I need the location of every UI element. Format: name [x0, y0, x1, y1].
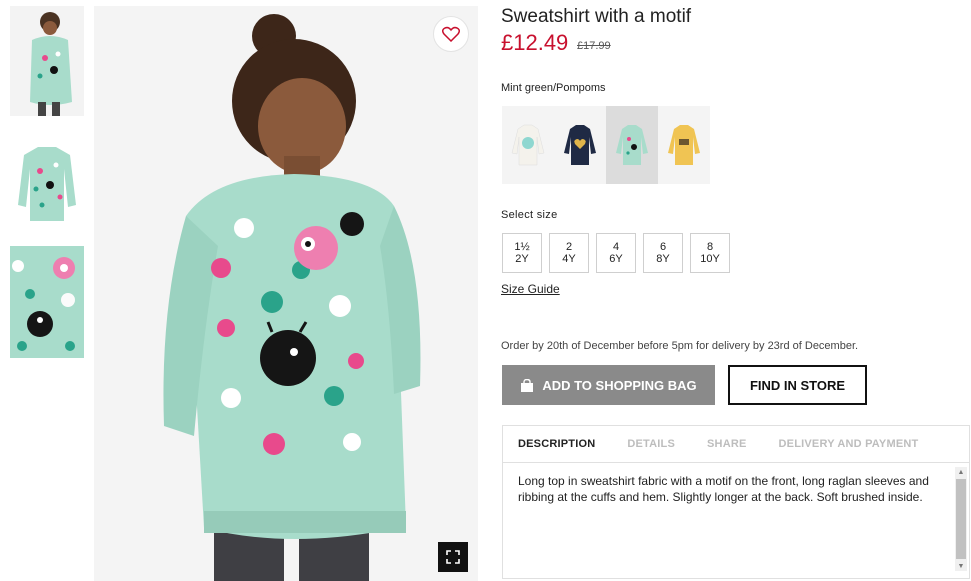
product-info-panel: DESCRIPTION DETAILS SHARE DELIVERY AND P… [502, 425, 970, 579]
thumbnail-garment-flat[interactable] [10, 125, 84, 235]
zoom-button[interactable] [438, 542, 468, 572]
scroll-thumb[interactable] [956, 479, 966, 559]
description-area: Long top in sweatshirt fabric with a mot… [503, 463, 969, 578]
selected-color-label: Mint green/Pompoms [501, 82, 606, 94]
add-to-bag-label: ADD TO SHOPPING BAG [542, 377, 697, 393]
favorite-button[interactable] [433, 16, 469, 52]
main-product-image [94, 6, 478, 581]
model-wearing-sweatshirt-image [94, 6, 478, 581]
delivery-note: Order by 20th of December before 5pm for… [501, 340, 859, 352]
scroll-up-icon[interactable]: ▲ [955, 467, 967, 477]
size-option-8y[interactable]: 6 8Y [643, 233, 683, 273]
size-bottom: 2Y [515, 253, 529, 265]
product-title: Sweatshirt with a motif [501, 6, 692, 27]
size-option-10y[interactable]: 8 10Y [690, 233, 730, 273]
size-top: 2 [565, 241, 573, 253]
shopping-bag-icon [521, 378, 534, 392]
size-options: 1½ 2Y 2 4Y 4 6Y 6 8Y 8 10Y [502, 233, 737, 273]
swatch-yellow-3d[interactable] [658, 106, 710, 184]
tab-delivery-and-payment[interactable]: DELIVERY AND PAYMENT [779, 438, 919, 450]
expand-icon [446, 550, 460, 564]
heart-icon [442, 26, 460, 42]
select-size-label: Select size [501, 209, 558, 221]
mint-sweatshirt-image [616, 125, 648, 165]
description-scrollbar[interactable]: ▲ ▼ [955, 467, 967, 571]
thumbnail-motif-closeup[interactable] [10, 246, 84, 358]
garment-flat-image [10, 125, 84, 235]
size-option-6y[interactable]: 4 6Y [596, 233, 636, 273]
product-price: £12.49 [501, 30, 569, 55]
size-option-2y[interactable]: 1½ 2Y [502, 233, 542, 273]
size-top: 6 [659, 241, 667, 253]
info-tabs: DESCRIPTION DETAILS SHARE DELIVERY AND P… [503, 426, 969, 463]
tab-share[interactable]: SHARE [707, 438, 747, 450]
swatch-white-monster[interactable] [502, 106, 554, 184]
size-top: 1½ [514, 241, 530, 253]
size-top: 4 [612, 241, 620, 253]
navy-sweatshirt-image [564, 125, 596, 165]
size-top: 8 [706, 241, 714, 253]
yellow-sweatshirt-image [668, 125, 700, 165]
size-bottom: 6Y [609, 253, 623, 265]
thumbnail-model-front[interactable] [10, 6, 84, 116]
motif-closeup-image [10, 246, 84, 358]
white-sweatshirt-image [511, 124, 545, 166]
size-option-4y[interactable]: 2 4Y [549, 233, 589, 273]
color-swatches [502, 106, 710, 184]
tab-description[interactable]: DESCRIPTION [518, 438, 595, 450]
size-guide-link[interactable]: Size Guide [501, 282, 560, 296]
scroll-down-icon[interactable]: ▼ [955, 561, 967, 571]
tab-details[interactable]: DETAILS [627, 438, 675, 450]
size-bottom: 8Y [656, 253, 670, 265]
size-bottom: 4Y [562, 253, 576, 265]
model-front-image [10, 6, 84, 116]
size-bottom: 10Y [700, 253, 720, 265]
add-to-bag-button[interactable]: ADD TO SHOPPING BAG [502, 365, 715, 405]
swatch-navy-heart[interactable] [554, 106, 606, 184]
find-in-store-button[interactable]: FIND IN STORE [728, 365, 867, 405]
original-price: £17.99 [577, 40, 611, 52]
description-text: Long top in sweatshirt fabric with a mot… [518, 474, 929, 504]
swatch-mint-pompoms[interactable] [606, 106, 658, 184]
